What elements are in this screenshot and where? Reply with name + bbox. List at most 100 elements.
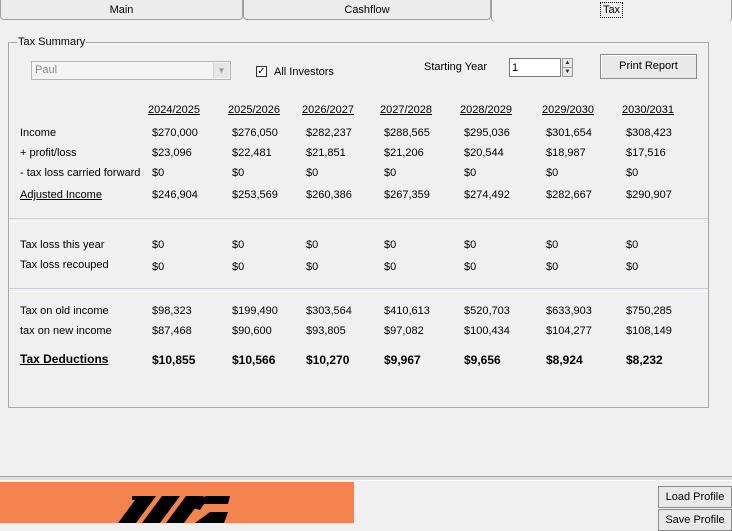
year-header-2: 2025/2026 — [228, 104, 280, 116]
tax-deductions-value: $9,656 — [464, 353, 501, 367]
income-value: $295,036 — [464, 127, 510, 139]
all-investors-label[interactable]: All Investors — [274, 66, 334, 78]
profit-loss-value: $18,987 — [546, 147, 586, 159]
tax-summary-group — [8, 42, 709, 408]
starting-year-spinner[interactable]: ▲ ▼ — [562, 58, 573, 77]
profit-loss-value: $17,516 — [626, 147, 666, 159]
income-value: $288,565 — [384, 127, 430, 139]
tax-old-income-value: $633,903 — [546, 305, 592, 317]
load-profile-button[interactable]: Load Profile — [658, 486, 732, 508]
spin-down-icon[interactable]: ▼ — [563, 68, 572, 76]
adjusted-income-value: $260,386 — [306, 189, 352, 201]
tax-loss-cf-value: $0 — [152, 167, 165, 179]
row-label-adjusted-income: Adjusted Income — [20, 189, 102, 201]
starting-year-label: Starting Year — [424, 61, 487, 73]
row-label-tax-on-old-income: Tax on old income — [20, 305, 109, 317]
tax-new-income-value: $104,277 — [546, 325, 592, 337]
profit-loss-value: $23,096 — [152, 147, 192, 159]
logo-banner — [0, 482, 354, 523]
chevron-down-icon[interactable]: ▼ — [213, 63, 229, 78]
print-report-button[interactable]: Print Report — [600, 54, 697, 79]
tax-loss-year-value: $0 — [464, 239, 477, 251]
tax-old-income-value: $303,564 — [306, 305, 352, 317]
tax-loss-year-value: $0 — [626, 239, 639, 251]
tax-deductions-value: $8,924 — [546, 353, 583, 367]
adjusted-income-value: $267,359 — [384, 189, 430, 201]
tab-cashflow-label: Cashflow — [344, 4, 390, 16]
tab-main[interactable]: Main — [0, 0, 243, 20]
tax-loss-recouped-value: $0 — [384, 261, 397, 273]
tab-bar: Main Cashflow Tax — [0, 0, 732, 22]
adjusted-income-value: $282,667 — [546, 189, 592, 201]
row-label-profit-loss: + profit/loss — [20, 147, 77, 159]
tax-new-income-value: $97,082 — [384, 325, 424, 337]
spin-up-icon[interactable]: ▲ — [563, 59, 572, 68]
tax-loss-cf-value: $0 — [306, 167, 319, 179]
group-title: Tax Summary — [17, 36, 87, 48]
adjusted-income-value: $246,904 — [152, 189, 198, 201]
tax-deductions-value: $8,232 — [626, 353, 663, 367]
income-value: $270,000 — [152, 127, 198, 139]
all-investors-checkbox[interactable]: ✓ — [256, 66, 267, 77]
tax-loss-cf-value: $0 — [384, 167, 397, 179]
adjusted-income-value: $274,492 — [464, 189, 510, 201]
tax-deductions-value: $10,566 — [232, 353, 276, 367]
tab-tax[interactable]: Tax — [491, 0, 732, 22]
checkmark-icon: ✓ — [257, 66, 266, 77]
tax-loss-year-value: $0 — [306, 239, 319, 251]
tab-main-label: Main — [109, 4, 134, 16]
tax-new-income-value: $100,434 — [464, 325, 510, 337]
adjusted-income-value: $253,569 — [232, 189, 278, 201]
starting-year-input[interactable] — [509, 58, 561, 77]
tax-deductions-value: $10,855 — [152, 353, 196, 367]
income-value: $276,050 — [232, 127, 278, 139]
bottom-divider — [0, 476, 732, 481]
section-divider — [9, 288, 708, 292]
tax-loss-recouped-value: $0 — [464, 261, 477, 273]
company-logo — [118, 496, 230, 523]
year-header-4: 2027/2028 — [380, 104, 432, 116]
year-header-7: 2030/2031 — [622, 104, 674, 116]
tax-loss-cf-value: $0 — [232, 167, 245, 179]
year-header-1: 2024/2025 — [148, 104, 200, 116]
tax-new-income-value: $87,468 — [152, 325, 192, 337]
row-label-tax-on-new-income: tax on new income — [20, 325, 112, 337]
year-header-3: 2026/2027 — [302, 104, 354, 116]
tax-loss-year-value: $0 — [546, 239, 559, 251]
tax-deductions-value: $10,270 — [306, 353, 350, 367]
tax-loss-recouped-value: $0 — [232, 261, 245, 273]
row-label-tax-loss-recouped: Tax loss recouped — [20, 259, 109, 271]
tax-loss-recouped-value: $0 — [626, 261, 639, 273]
year-header-6: 2029/2030 — [542, 104, 594, 116]
profit-loss-value: $22,481 — [232, 147, 272, 159]
profit-loss-value: $20,544 — [464, 147, 504, 159]
income-value: $308,423 — [626, 127, 672, 139]
tax-old-income-value: $520,703 — [464, 305, 510, 317]
row-label-income: Income — [20, 127, 57, 139]
tax-deductions-value: $9,967 — [384, 353, 421, 367]
tax-new-income-value: $108,149 — [626, 325, 672, 337]
tax-new-income-value: $93,805 — [306, 325, 346, 337]
save-profile-button[interactable]: Save Profile — [658, 509, 732, 531]
tax-old-income-value: $750,285 — [626, 305, 672, 317]
tax-loss-recouped-value: $0 — [152, 261, 165, 273]
tax-loss-cf-value: $0 — [626, 167, 639, 179]
investor-select[interactable]: Paul ▼ — [31, 61, 231, 80]
row-label-tax-loss-carried-forward: - tax loss carried forward — [20, 167, 141, 179]
section-divider — [9, 218, 708, 222]
tax-loss-recouped-value: $0 — [546, 261, 559, 273]
tax-new-income-value: $90,600 — [232, 325, 272, 337]
income-value: $301,654 — [546, 127, 592, 139]
tax-loss-cf-value: $0 — [546, 167, 559, 179]
tax-old-income-value: $410,613 — [384, 305, 430, 317]
row-label-tax-deductions: Tax Deductions — [20, 352, 109, 366]
tax-old-income-value: $98,323 — [152, 305, 192, 317]
tax-loss-recouped-value: $0 — [306, 261, 319, 273]
row-label-tax-loss-this-year: Tax loss this year — [20, 239, 105, 251]
tax-loss-year-value: $0 — [152, 239, 165, 251]
tab-cashflow[interactable]: Cashflow — [243, 0, 491, 20]
income-value: $282,237 — [306, 127, 352, 139]
tax-loss-year-value: $0 — [232, 239, 245, 251]
adjusted-income-value: $290,907 — [626, 189, 672, 201]
investor-select-value: Paul — [35, 64, 58, 76]
